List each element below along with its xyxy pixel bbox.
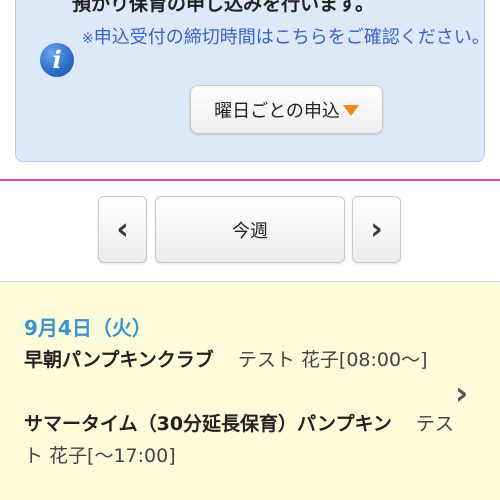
triangle-down-icon: [342, 105, 359, 116]
chevron-right-icon: ›: [455, 374, 469, 412]
weekday-apply-label: 曜日ごとの申込: [214, 100, 340, 122]
schedule-entry: 早朝パンプキンクラブ テスト 花子[08:00〜]: [24, 344, 454, 376]
info-panel: 預かり保育の申し込みを行います。 i ※申込受付の締切時間はこちらをご確認くださ…: [15, 0, 490, 162]
section-divider: [0, 179, 500, 181]
deadline-note-link[interactable]: ※申込受付の締切時間はこちらをご確認ください。: [82, 23, 492, 54]
page: 預かり保育の申し込みを行います。 i ※申込受付の締切時間はこちらをご確認くださ…: [0, 0, 500, 500]
chevron-right-icon: ›: [370, 211, 383, 247]
schedule-entry: サマータイム（30分延長保育）パンプキン テスト 花子[〜17:00]: [24, 408, 454, 472]
schedule-date: 9月4日（火）: [24, 316, 152, 340]
entry-time: [08:00〜]: [338, 349, 428, 371]
next-week-button[interactable]: ›: [352, 196, 401, 263]
program-name: 早朝パンプキンクラブ: [24, 349, 214, 371]
deadline-note-text: 申込受付の締切時間はこちらをご確認ください。: [93, 27, 490, 48]
prev-week-button[interactable]: ‹: [98, 196, 147, 263]
current-week-label: 今週: [232, 220, 268, 242]
current-week-button[interactable]: 今週: [155, 196, 345, 263]
info-title: 預かり保育の申し込みを行います。: [72, 0, 375, 15]
weekday-apply-button[interactable]: 曜日ごとの申込: [190, 85, 383, 134]
note-mark: ※: [82, 31, 94, 47]
program-name: サマータイム（30分延長保育）パンプキン: [24, 413, 392, 435]
chevron-left-icon: ‹: [116, 211, 129, 247]
schedule-row[interactable]: 9月4日（火） 早朝パンプキンクラブ テスト 花子[08:00〜] サマータイム…: [0, 282, 500, 500]
child-name: テスト 花子: [237, 349, 339, 371]
info-icon: i: [40, 43, 74, 77]
entry-time: [〜17:00]: [87, 445, 176, 467]
